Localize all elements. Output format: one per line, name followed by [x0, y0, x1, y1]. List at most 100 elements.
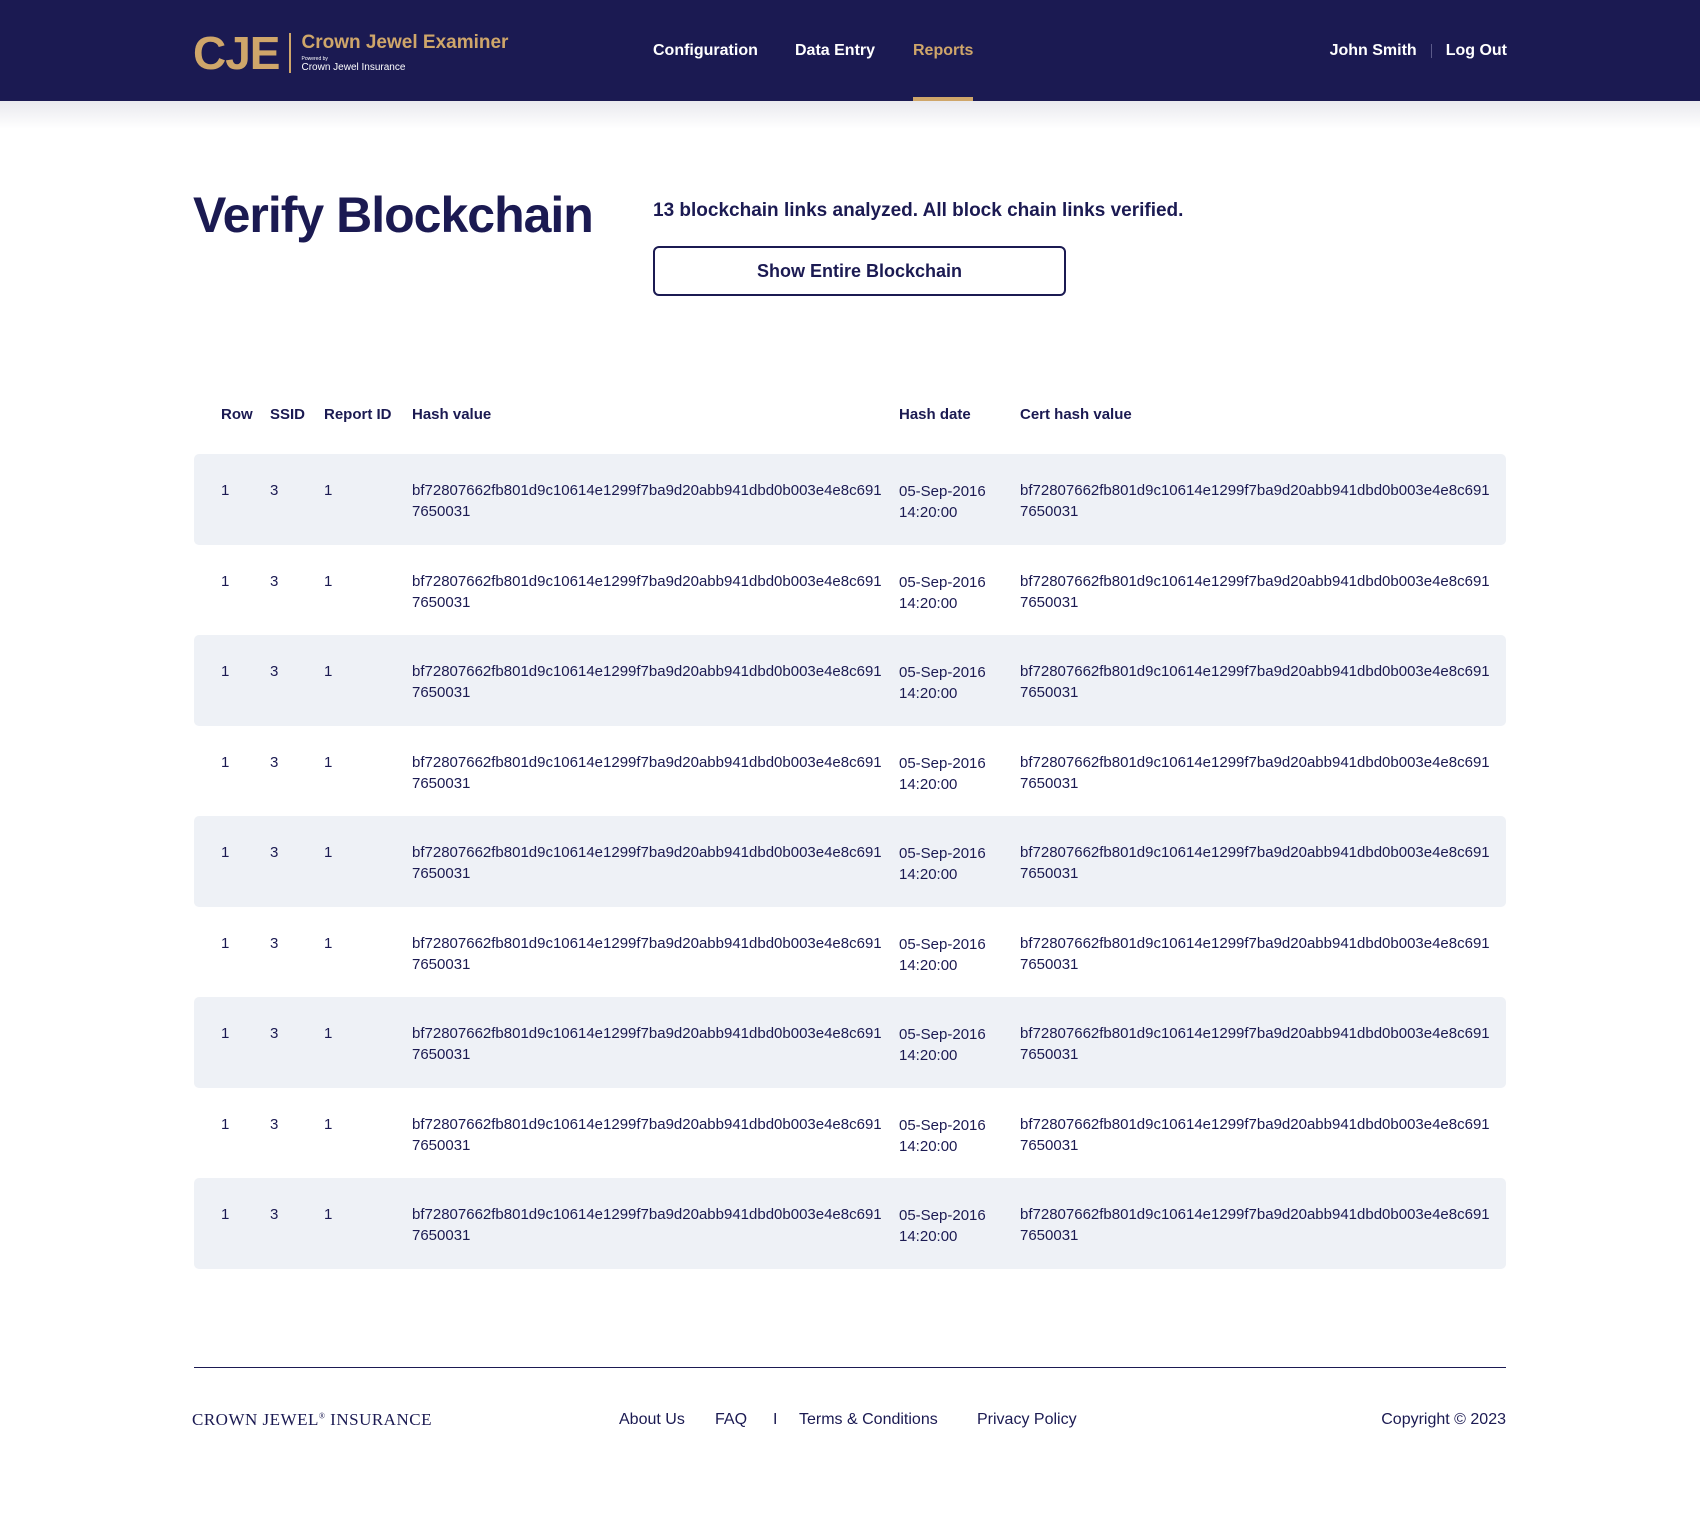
cell-report-id: 1 — [324, 1115, 333, 1133]
top-header: CJE Crown Jewel Examiner Powered by Crow… — [0, 0, 1700, 101]
hash-date-time: 14:20:00 — [899, 956, 958, 974]
user-area: John Smith Log Out — [1330, 0, 1507, 101]
header-shadow — [0, 101, 1700, 129]
cell-hash-date: 05-Sep-2016 14:20:00 — [899, 843, 1009, 885]
cell-row: 1 — [221, 482, 230, 499]
hash-date-day: 05-Sep-2016 — [899, 845, 986, 862]
hash-date-time: 14:20:00 — [899, 1047, 958, 1064]
cell-hash-value: bf72807662fb801d9c10614e1299f7ba9d20abb9… — [412, 1206, 882, 1244]
cell-row: 1 — [221, 934, 230, 952]
user-divider — [1430, 43, 1432, 58]
footer-divider — [194, 1367, 1506, 1368]
show-entire-blockchain-button[interactable]: Show Entire Blockchain — [653, 246, 1066, 296]
app-logo[interactable]: CJE Crown Jewel Examiner Powered by Crow… — [193, 30, 508, 76]
cell-cert-hash-value: bf72807662fb801d9c10614e1299f7ba9d20abb9… — [1020, 572, 1490, 611]
cell-row: 1 — [221, 663, 230, 680]
hash-date-day: 05-Sep-2016 — [899, 1207, 986, 1224]
logo-title: Crown Jewel Examiner — [301, 32, 509, 53]
cell-report-id: 1 — [324, 753, 333, 771]
cell-ssid: 3 — [270, 572, 279, 590]
cell-cert-hash-value: bf72807662fb801d9c10614e1299f7ba9d20abb9… — [1020, 1206, 1490, 1244]
footer-brand-name: CROWN JEWEL — [192, 1410, 319, 1429]
cell-hash-value: bf72807662fb801d9c10614e1299f7ba9d20abb9… — [412, 1115, 882, 1154]
cell-ssid: 3 — [270, 482, 279, 499]
cell-ssid: 3 — [270, 663, 279, 680]
cell-hash-date: 05-Sep-2016 14:20:00 — [899, 753, 1009, 795]
column-header-hash-value: Hash value — [412, 406, 492, 423]
logout-button[interactable]: Log Out — [1446, 42, 1507, 60]
cell-row: 1 — [221, 753, 230, 771]
cell-hash-value: bf72807662fb801d9c10614e1299f7ba9d20abb9… — [412, 844, 882, 882]
logo-text: Crown Jewel Examiner Powered by Crown Je… — [301, 32, 508, 74]
blockchain-table-body: 1 3 1 bf72807662fb801d9c10614e1299f7ba9d… — [194, 454, 1506, 1269]
cell-ssid: 3 — [270, 1115, 279, 1133]
cell-cert-hash-value: bf72807662fb801d9c10614e1299f7ba9d20abb9… — [1020, 1025, 1490, 1063]
cell-hash-date: 05-Sep-2016 14:20:00 — [899, 1115, 1009, 1157]
footer-link-terms[interactable]: Terms & Conditions — [799, 1411, 938, 1429]
cell-row: 1 — [221, 572, 230, 590]
table-row: 1 3 1 bf72807662fb801d9c10614e1299f7ba9d… — [194, 726, 1506, 817]
cell-cert-hash-value: bf72807662fb801d9c10614e1299f7ba9d20abb9… — [1020, 1115, 1490, 1154]
cell-cert-hash-value: bf72807662fb801d9c10614e1299f7ba9d20abb9… — [1020, 844, 1490, 882]
cell-hash-date: 05-Sep-2016 14:20:00 — [899, 1205, 1009, 1247]
footer-link-faq[interactable]: FAQ — [715, 1411, 747, 1429]
user-name[interactable]: John Smith — [1330, 42, 1417, 60]
hash-date-time: 14:20:00 — [899, 685, 958, 702]
verification-status: 13 blockchain links analyzed. All block … — [653, 200, 1184, 221]
cell-report-id: 1 — [324, 934, 333, 952]
cell-hash-value: bf72807662fb801d9c10614e1299f7ba9d20abb9… — [412, 753, 882, 792]
cell-row: 1 — [221, 1025, 230, 1042]
cell-report-id: 1 — [324, 663, 333, 680]
hash-date-time: 14:20:00 — [899, 594, 958, 612]
table-header: Row SSID Report ID Hash value Hash date … — [194, 400, 1506, 430]
cell-hash-value: bf72807662fb801d9c10614e1299f7ba9d20abb9… — [412, 663, 882, 701]
footer-link-privacy-policy[interactable]: Privacy Policy — [977, 1411, 1077, 1429]
cell-hash-date: 05-Sep-2016 14:20:00 — [899, 1024, 1009, 1066]
table-row: 1 3 1 bf72807662fb801d9c10614e1299f7ba9d… — [194, 635, 1506, 726]
footer-link-about-us[interactable]: About Us — [619, 1411, 685, 1429]
cell-hash-value: bf72807662fb801d9c10614e1299f7ba9d20abb9… — [412, 482, 882, 520]
table-row: 1 3 1 bf72807662fb801d9c10614e1299f7ba9d… — [194, 816, 1506, 907]
nav-data-entry[interactable]: Data Entry — [795, 0, 875, 101]
cell-ssid: 3 — [270, 1025, 279, 1042]
nav-configuration[interactable]: Configuration — [653, 0, 758, 101]
cell-hash-date: 05-Sep-2016 14:20:00 — [899, 572, 1009, 614]
logo-subtitle: Crown Jewel Insurance — [301, 62, 406, 73]
cell-hash-value: bf72807662fb801d9c10614e1299f7ba9d20abb9… — [412, 572, 882, 611]
table-row: 1 3 1 bf72807662fb801d9c10614e1299f7ba9d… — [194, 454, 1506, 545]
logo-mark: CJE — [193, 27, 280, 79]
cell-hash-value: bf72807662fb801d9c10614e1299f7ba9d20abb9… — [412, 1025, 882, 1063]
table-row: 1 3 1 bf72807662fb801d9c10614e1299f7ba9d… — [194, 997, 1506, 1088]
footer-brand-registered: ® — [318, 1411, 326, 1421]
hash-date-day: 05-Sep-2016 — [899, 483, 986, 500]
table-row: 1 3 1 bf72807662fb801d9c10614e1299f7ba9d… — [194, 1088, 1506, 1179]
column-header-hash-date: Hash date — [899, 406, 971, 423]
hash-date-day: 05-Sep-2016 — [899, 1116, 986, 1134]
column-header-report-id: Report ID — [324, 406, 392, 423]
cell-cert-hash-value: bf72807662fb801d9c10614e1299f7ba9d20abb9… — [1020, 934, 1490, 973]
table-row: 1 3 1 bf72807662fb801d9c10614e1299f7ba9d… — [194, 907, 1506, 998]
hash-date-time: 14:20:00 — [899, 1228, 958, 1245]
cell-ssid: 3 — [270, 753, 279, 771]
cell-hash-date: 05-Sep-2016 14:20:00 — [899, 662, 1009, 704]
cell-row: 1 — [221, 844, 230, 861]
logo-divider — [289, 33, 292, 73]
cell-cert-hash-value: bf72807662fb801d9c10614e1299f7ba9d20abb9… — [1020, 482, 1490, 520]
footer-brand-logo[interactable]: CROWN JEWEL® INSURANCE — [192, 1410, 432, 1430]
hash-date-time: 14:20:00 — [899, 866, 958, 883]
cell-report-id: 1 — [324, 1025, 333, 1042]
footer-copyright: Copyright © 2023 — [1381, 1411, 1506, 1428]
nav-reports[interactable]: Reports — [913, 0, 974, 101]
hash-date-day: 05-Sep-2016 — [899, 754, 986, 772]
hash-date-day: 05-Sep-2016 — [899, 935, 986, 953]
cell-hash-date: 05-Sep-2016 14:20:00 — [899, 481, 1009, 523]
hash-date-day: 05-Sep-2016 — [899, 1026, 986, 1043]
cell-report-id: 1 — [324, 1206, 333, 1223]
table-row: 1 3 1 bf72807662fb801d9c10614e1299f7ba9d… — [194, 545, 1506, 636]
hash-date-time: 14:20:00 — [899, 775, 958, 793]
cell-cert-hash-value: bf72807662fb801d9c10614e1299f7ba9d20abb9… — [1020, 663, 1490, 701]
table-row: 1 3 1 bf72807662fb801d9c10614e1299f7ba9d… — [194, 1178, 1506, 1269]
cell-ssid: 3 — [270, 934, 279, 952]
hash-date-day: 05-Sep-2016 — [899, 664, 986, 681]
cell-ssid: 3 — [270, 1206, 279, 1223]
